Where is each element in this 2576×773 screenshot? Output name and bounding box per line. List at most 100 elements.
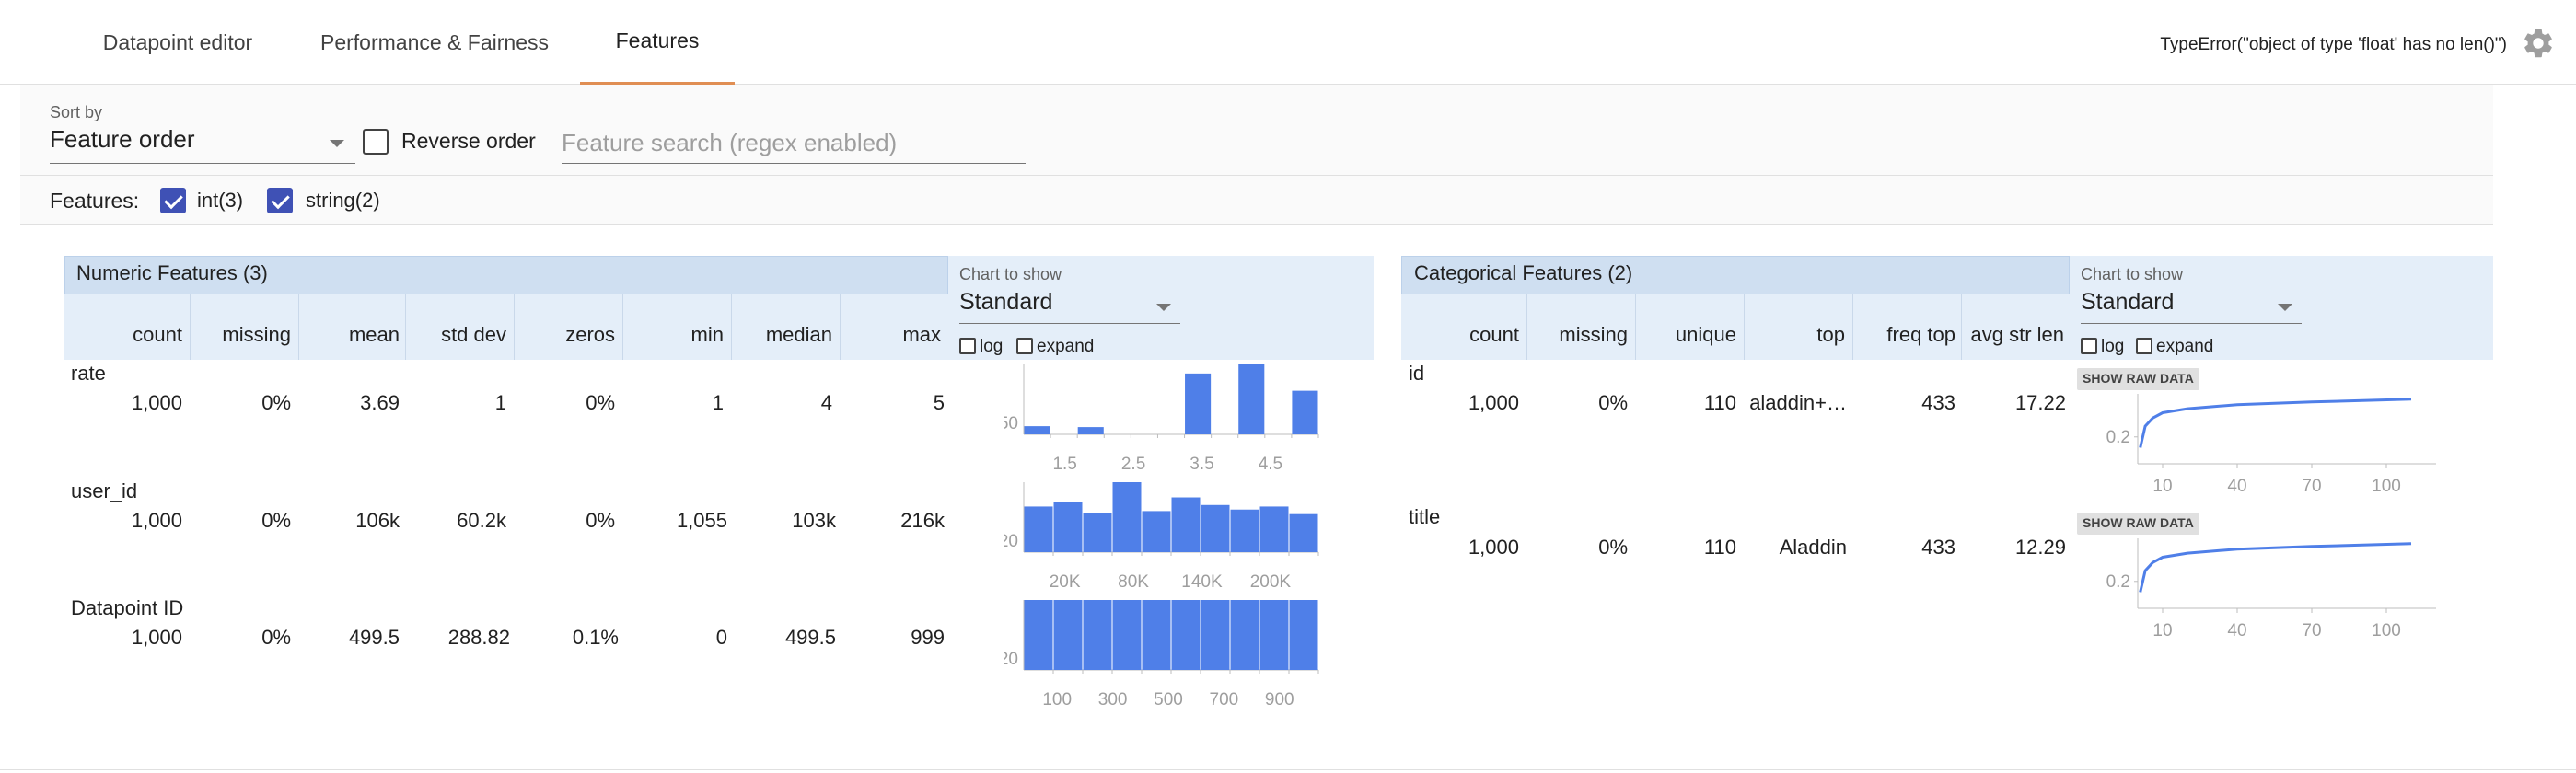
x-tick-label: 40 (2227, 621, 2246, 640)
cell-freq-top: 433 (1921, 391, 1955, 414)
histogram-bar (1289, 513, 1318, 552)
numeric-chart-to-show-select[interactable]: Standard (959, 289, 1180, 324)
sort-by-value: Feature order (50, 125, 195, 153)
cell-min: 0 (715, 626, 727, 649)
cell-unique: 110 (1703, 391, 1736, 414)
chevron-down-icon (330, 140, 344, 147)
bottom-divider (0, 769, 2576, 770)
numeric-log-checkbox[interactable] (959, 338, 976, 354)
cell-median: 103k (792, 509, 836, 532)
categorical-expand-checkbox[interactable] (2136, 338, 2152, 354)
cell-mean: 106k (355, 509, 400, 532)
x-tick-label: 80K (1118, 572, 1149, 592)
tab-datapoint-editor[interactable]: Datapoint editor (81, 0, 274, 85)
filter-string-label: string(2) (306, 189, 380, 212)
cell-missing: 0% (261, 391, 291, 414)
cell-count: 1,000 (1468, 536, 1519, 559)
cell-avg-str-len: 17.22 (2014, 391, 2066, 414)
x-tick-label: 100 (2372, 477, 2401, 496)
cell-count: 1,000 (1468, 391, 1519, 414)
cell-top: Aladdin (1779, 536, 1847, 559)
x-tick-label: 900 (1265, 690, 1294, 710)
categorical-col-freq-top: freq top (1886, 323, 1955, 346)
chevron-down-icon (1156, 304, 1171, 311)
x-tick-label: 140K (1181, 572, 1223, 592)
histogram-bar (1083, 513, 1112, 552)
cell-std-dev: 288.82 (447, 626, 510, 649)
cell-max: 999 (911, 626, 945, 649)
categorical-chart-to-show-select[interactable]: Standard (2081, 289, 2302, 324)
sort-by-label: Sort by (50, 103, 103, 121)
histogram-bar (1112, 600, 1142, 670)
categorical-chart-to-show-label: Chart to show (2081, 265, 2184, 283)
cell-zeros: 0.1% (572, 626, 619, 649)
datapoint-id-histogram: 20 100 300 500 700 900 (1004, 600, 1319, 710)
title-cdf-chart: 0.2 10 40 70 100 (2106, 538, 2436, 640)
histogram-bar (1053, 600, 1083, 670)
numeric-chart-to-show-label: Chart to show (959, 265, 1062, 283)
cell-count: 1,000 (131, 509, 182, 532)
histogram-bar (1077, 427, 1104, 434)
chevron-down-icon (2278, 304, 2292, 311)
sort-by-select[interactable]: Feature order (50, 125, 355, 164)
cell-top: aladdin+… (1749, 391, 1847, 414)
histogram-bar (1259, 506, 1289, 552)
error-message: TypeError("object of type 'float' has no… (2160, 35, 2507, 54)
categorical-log-label: log (2101, 337, 2125, 356)
y-tick-label: 20 (1004, 650, 1018, 669)
cell-min: 1 (712, 391, 724, 414)
feature-name: user_id (71, 479, 138, 502)
rate-histogram: 50 1.5 2.5 3.5 4.5 (1004, 364, 1319, 474)
x-tick-label: 300 (1098, 690, 1128, 710)
histogram-bar (1142, 600, 1171, 670)
x-tick-label: 100 (1042, 690, 1072, 710)
numeric-col-mean: mean (348, 323, 400, 346)
reverse-order-checkbox[interactable] (363, 129, 389, 155)
numeric-log-label: log (980, 337, 1004, 356)
histogram-bar (1238, 364, 1265, 434)
y-tick-label: 50 (1004, 414, 1018, 433)
histogram-bar (1201, 504, 1230, 552)
x-tick-label: 10 (2152, 621, 2172, 640)
filter-string-checkbox[interactable] (267, 188, 293, 213)
gear-icon[interactable] (2521, 26, 2556, 61)
cell-median: 4 (820, 391, 832, 414)
histogram-bar (1024, 600, 1053, 670)
feature-name: id (1409, 362, 1425, 385)
feature-filter-row: Features: int(3) string(2) (20, 175, 2493, 225)
cell-mean: 3.69 (360, 391, 400, 414)
feature-name: Datapoint ID (71, 596, 184, 619)
categorical-log-checkbox[interactable] (2081, 338, 2097, 354)
cell-zeros: 0% (586, 509, 615, 532)
cell-median: 499.5 (784, 626, 836, 649)
tab-features[interactable]: Features (580, 0, 735, 85)
x-tick-label: 3.5 (1189, 455, 1213, 474)
filter-int-checkbox[interactable] (160, 188, 186, 213)
cell-avg-str-len: 12.29 (2014, 536, 2066, 559)
categorical-expand-label: expand (2156, 337, 2214, 356)
x-tick-label: 200K (1250, 572, 1292, 592)
histogram-bar (1024, 506, 1053, 552)
numeric-features-title: Numeric Features (3) (76, 261, 268, 284)
feature-search-input[interactable]: Feature search (regex enabled) (562, 125, 1026, 164)
histogram-bar (1230, 509, 1259, 552)
reverse-order-label: Reverse order (401, 129, 536, 153)
cell-mean: 499.5 (348, 626, 400, 649)
histogram-bar (1053, 502, 1083, 552)
cdf-line (2139, 542, 2412, 593)
user-id-histogram: 20 20K 80K 140K 200K (1004, 482, 1319, 592)
x-tick-label: 4.5 (1259, 455, 1282, 474)
feature-name: rate (71, 362, 106, 385)
show-raw-data-button[interactable]: SHOW RAW DATA (2077, 368, 2199, 390)
cell-std-dev: 60.2k (457, 509, 506, 532)
histogram-bar (1024, 426, 1050, 434)
show-raw-data-button[interactable]: SHOW RAW DATA (2077, 513, 2199, 535)
cell-count: 1,000 (131, 391, 182, 414)
x-tick-label: 500 (1154, 690, 1183, 710)
histogram-bar (1112, 482, 1142, 552)
cell-missing: 0% (261, 626, 291, 649)
numeric-expand-checkbox[interactable] (1016, 338, 1033, 354)
tab-bar: Datapoint editor Performance & Fairness … (0, 0, 2576, 85)
tab-performance-fairness[interactable]: Performance & Fairness (304, 0, 565, 85)
categorical-col-avg-str-len: avg str len (1970, 323, 2065, 346)
